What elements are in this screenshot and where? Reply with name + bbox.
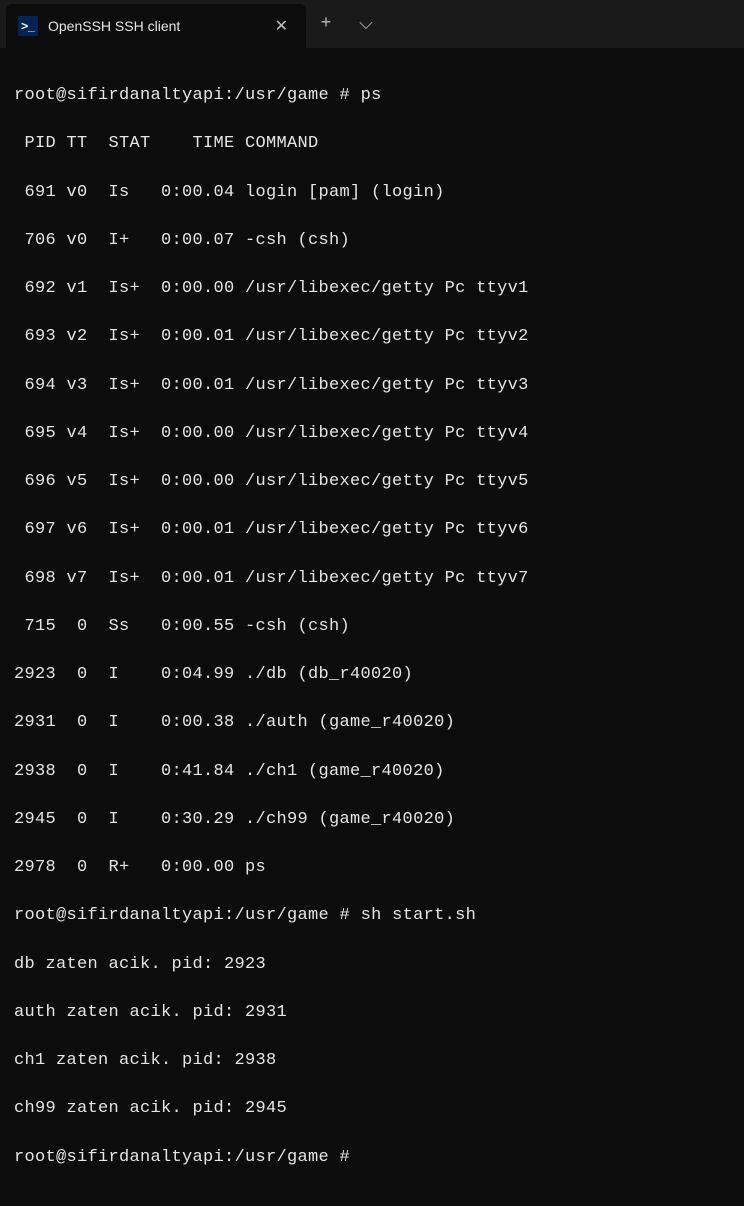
- script-output-line: auth zaten acik. pid: 2931: [14, 1001, 730, 1025]
- ps-row: 697 v6 Is+ 0:00.01 /usr/libexec/getty Pc…: [14, 518, 730, 542]
- ps-row: 706 v0 I+ 0:00.07 -csh (csh): [14, 229, 730, 253]
- ps-row: 2945 0 I 0:30.29 ./ch99 (game_r40020): [14, 808, 730, 832]
- new-tab-button[interactable]: +: [306, 0, 346, 48]
- tab-dropdown-button[interactable]: ⌵: [346, 0, 386, 48]
- terminal-area[interactable]: root@sifirdanaltyapi:/usr/game # ps PID …: [0, 48, 744, 1206]
- ps-row: 2978 0 R+ 0:00.00 ps: [14, 856, 730, 880]
- script-output-line: db zaten acik. pid: 2923: [14, 953, 730, 977]
- powershell-icon: >_: [18, 16, 38, 36]
- ps-header: PID TT STAT TIME COMMAND: [14, 132, 730, 156]
- close-icon[interactable]: ✕: [269, 14, 294, 38]
- prompt-line: root@sifirdanaltyapi:/usr/game # ps: [14, 84, 730, 108]
- ps-row: 695 v4 Is+ 0:00.00 /usr/libexec/getty Pc…: [14, 422, 730, 446]
- ps-row: 692 v1 Is+ 0:00.00 /usr/libexec/getty Pc…: [14, 277, 730, 301]
- ps-row: 693 v2 Is+ 0:00.01 /usr/libexec/getty Pc…: [14, 325, 730, 349]
- ps-row: 2938 0 I 0:41.84 ./ch1 (game_r40020): [14, 760, 730, 784]
- ps-row: 694 v3 Is+ 0:00.01 /usr/libexec/getty Pc…: [14, 374, 730, 398]
- ps-row: 696 v5 Is+ 0:00.00 /usr/libexec/getty Pc…: [14, 470, 730, 494]
- ps-row: 698 v7 Is+ 0:00.01 /usr/libexec/getty Pc…: [14, 567, 730, 591]
- script-output-line: ch99 zaten acik. pid: 2945: [14, 1097, 730, 1121]
- ps-row: 2931 0 I 0:00.38 ./auth (game_r40020): [14, 711, 730, 735]
- ps-row: 715 0 Ss 0:00.55 -csh (csh): [14, 615, 730, 639]
- tab-title: OpenSSH SSH client: [48, 18, 259, 34]
- tab-active[interactable]: >_ OpenSSH SSH client ✕: [6, 4, 306, 48]
- ps-row: 691 v0 Is 0:00.04 login [pam] (login): [14, 181, 730, 205]
- script-output-line: ch1 zaten acik. pid: 2938: [14, 1049, 730, 1073]
- prompt-line: root@sifirdanaltyapi:/usr/game # sh star…: [14, 904, 730, 928]
- prompt-line: root@sifirdanaltyapi:/usr/game #: [14, 1146, 730, 1170]
- window-titlebar: >_ OpenSSH SSH client ✕ + ⌵: [0, 0, 744, 48]
- ps-row: 2923 0 I 0:04.99 ./db (db_r40020): [14, 663, 730, 687]
